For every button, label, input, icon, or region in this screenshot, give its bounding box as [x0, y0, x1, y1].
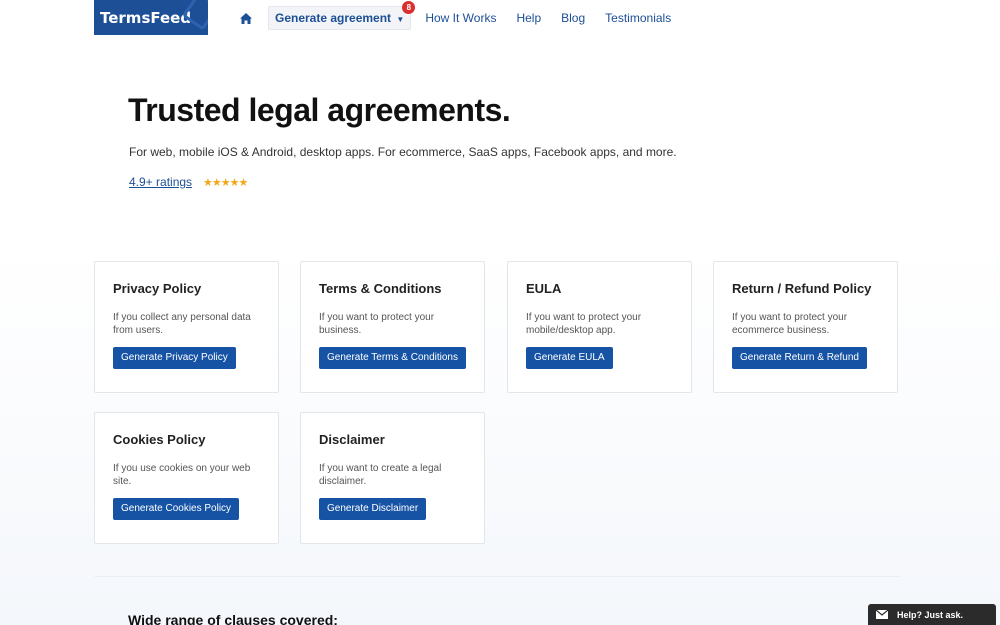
card-description: If you want to create a legal disclaimer…: [319, 462, 466, 490]
generate-eula-button[interactable]: Generate EULA: [526, 347, 613, 369]
card-title: Return / Refund Policy: [732, 281, 879, 297]
nav-help[interactable]: Help: [516, 11, 541, 25]
card-title: Disclaimer: [319, 432, 466, 448]
generate-disclaimer-button[interactable]: Generate Disclaimer: [319, 498, 426, 520]
nav-testimonials[interactable]: Testimonials: [605, 11, 671, 25]
card-privacy-policy: Privacy Policy If you collect any person…: [94, 261, 279, 393]
logo[interactable]: TermsFeed: [94, 0, 208, 35]
generate-agreement-label: Generate agreement: [275, 11, 391, 25]
generate-agreement-dropdown[interactable]: Generate agreement ▼ 8: [268, 6, 411, 30]
card-title: Terms & Conditions: [319, 281, 466, 297]
card-title: Privacy Policy: [113, 281, 260, 297]
card-description: If you want to protect your ecommerce bu…: [732, 311, 879, 339]
envelope-icon: [876, 610, 888, 619]
generate-cookies-policy-button[interactable]: Generate Cookies Policy: [113, 498, 239, 520]
generate-return-refund-button[interactable]: Generate Return & Refund: [732, 347, 867, 369]
main-nav: Generate agreement ▼ 8 How It Works Help…: [240, 6, 691, 30]
card-terms-conditions: Terms & Conditions If you want to protec…: [300, 261, 485, 393]
generate-terms-button[interactable]: Generate Terms & Conditions: [319, 347, 466, 369]
card-description: If you use cookies on your web site.: [113, 462, 260, 490]
card-eula: EULA If you want to protect your mobile/…: [507, 261, 692, 393]
section-title: Wide range of clauses covered:: [128, 612, 338, 625]
caret-down-icon: ▼: [396, 15, 404, 24]
nav-how-it-works[interactable]: How It Works: [425, 11, 496, 25]
card-title: Cookies Policy: [113, 432, 260, 448]
card-description: If you collect any personal data from us…: [113, 311, 260, 339]
card-disclaimer: Disclaimer If you want to create a legal…: [300, 412, 485, 544]
star-rating-icon: ★★★★★: [203, 176, 247, 189]
card-description: If you want to protect your business.: [319, 311, 466, 339]
help-chat-widget[interactable]: Help? Just ask.: [868, 604, 996, 625]
card-description: If you want to protect your mobile/deskt…: [526, 311, 673, 339]
notification-badge: 8: [402, 1, 415, 14]
generate-privacy-policy-button[interactable]: Generate Privacy Policy: [113, 347, 236, 369]
ratings-row: 4.9+ ratings ★★★★★: [129, 175, 247, 189]
card-title: EULA: [526, 281, 673, 297]
home-icon[interactable]: [240, 13, 254, 24]
help-label: Help? Just ask.: [897, 610, 963, 620]
hero-subtitle: For web, mobile iOS & Android, desktop a…: [129, 145, 677, 159]
card-return-refund: Return / Refund Policy If you want to pr…: [713, 261, 898, 393]
nav-blog[interactable]: Blog: [561, 11, 585, 25]
ratings-link[interactable]: 4.9+ ratings: [129, 175, 192, 189]
hero-title: Trusted legal agreements.: [128, 92, 510, 129]
logo-text: TermsFeed: [100, 9, 191, 27]
card-cookies-policy: Cookies Policy If you use cookies on you…: [94, 412, 279, 544]
section-divider: [94, 576, 900, 577]
